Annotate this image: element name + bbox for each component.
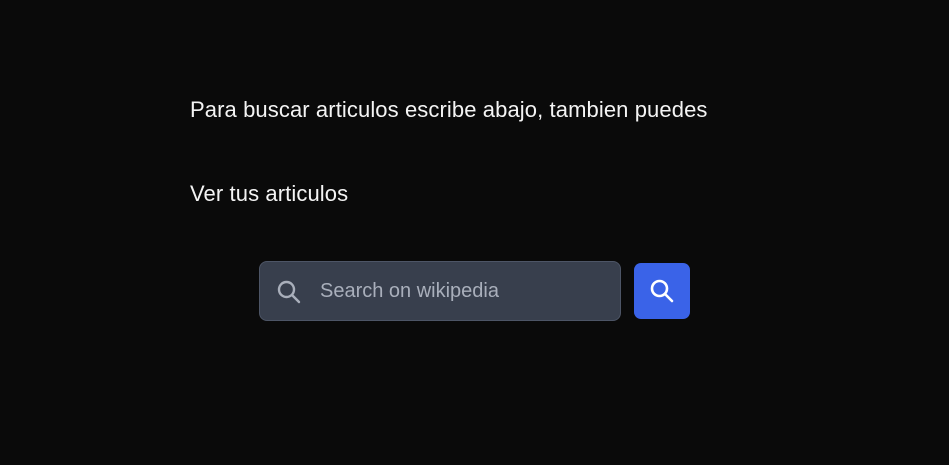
search-bar [259,260,690,322]
search-button[interactable] [634,263,690,319]
search-icon [650,279,674,303]
search-input[interactable] [320,262,610,320]
intro-text: Para buscar articulos escribe abajo, tam… [190,97,708,122]
search-field-container[interactable] [259,261,621,321]
search-icon [277,280,301,304]
view-articles-text: Ver tus articulos [190,181,349,206]
